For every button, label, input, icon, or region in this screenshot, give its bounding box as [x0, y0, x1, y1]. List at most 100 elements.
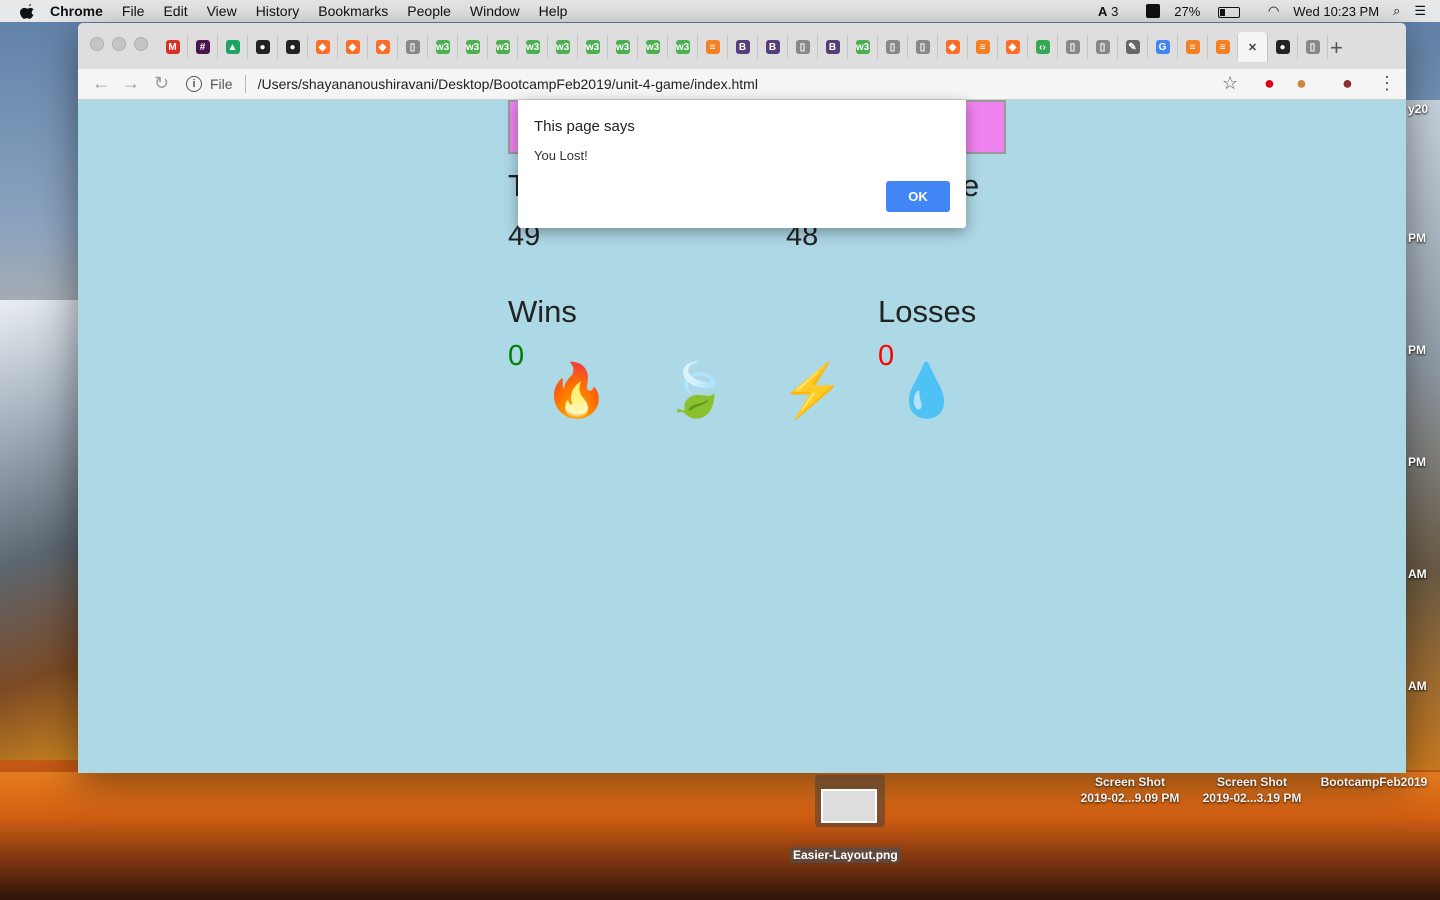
browser-tab[interactable]: ≡	[968, 35, 998, 59]
browser-tab[interactable]: ▲	[218, 35, 248, 59]
chrome-menu-icon[interactable]: ⋮	[1378, 73, 1396, 94]
opera-extension-icon[interactable]: ●	[1264, 73, 1275, 94]
gitlab-icon: ◆	[375, 40, 390, 54]
browser-tab[interactable]: w3	[668, 35, 698, 59]
browser-tab[interactable]: ●	[278, 35, 308, 59]
cookie-extension-icon[interactable]: ●	[1296, 73, 1307, 94]
menu-bookmarks[interactable]: Bookmarks	[318, 3, 388, 19]
url-text[interactable]: /Users/shayananoushiravani/Desktop/Bootc…	[258, 76, 758, 92]
slack-icon: #	[195, 40, 210, 54]
desktop-file-name: 2019-02...9.09 PM	[1080, 791, 1180, 805]
wifi-icon[interactable]: ◠	[1268, 3, 1279, 19]
browser-tab[interactable]: ▯	[1058, 35, 1088, 59]
menu-window[interactable]: Window	[470, 3, 520, 19]
browser-tab[interactable]: ●	[248, 35, 278, 59]
battery-status[interactable]: 27%	[1174, 4, 1254, 19]
tab-strip: M # ▲ ● ● ◆ ◆ ◆ ▯ w3 w3 w3 w3 w3 w3 w3 w3 w3 ≡ B B ▯ Bw3 ▯ ▯ ◆ ≡ ◆ ‹…	[78, 23, 1406, 69]
menu-edit[interactable]: Edit	[163, 3, 187, 19]
menu-help[interactable]: Help	[539, 3, 568, 19]
browser-tab[interactable]: w3	[458, 35, 488, 59]
browser-tab[interactable]: ▯	[1298, 35, 1328, 59]
browser-tab[interactable]: ≡	[1178, 35, 1208, 59]
address-bar[interactable]: i File /Users/shayananoushiravani/Deskto…	[186, 69, 1248, 99]
apple-menu-icon[interactable]	[20, 3, 36, 19]
browser-tab[interactable]: ▯	[788, 35, 818, 59]
profile-avatar[interactable]: ●	[1342, 73, 1353, 94]
new-tab-button[interactable]: +	[1330, 35, 1343, 61]
browser-tab[interactable]: w3	[518, 35, 548, 59]
desktop-file-label[interactable]: Easier-Layout.png	[790, 847, 901, 863]
wins-count: 0	[508, 340, 525, 372]
browser-tab[interactable]: #	[188, 35, 218, 59]
spotlight-icon[interactable]: ⌕	[1393, 3, 1400, 19]
menu-history[interactable]: History	[256, 3, 300, 19]
minimize-window-button[interactable]	[112, 37, 126, 51]
browser-tab[interactable]: ◆	[368, 35, 398, 59]
browser-tab[interactable]: w3	[608, 35, 638, 59]
w3schools-icon: w3	[495, 40, 510, 54]
lightning-crystal-icon[interactable]: ⚡	[780, 365, 845, 417]
browser-tab[interactable]: B	[818, 35, 848, 59]
browser-tab[interactable]: ◆	[338, 35, 368, 59]
browser-tab[interactable]: w3	[578, 35, 608, 59]
desktop-file-screenshot-1[interactable]: Screen Shot 2019-02...9.09 PM	[1072, 774, 1188, 806]
browser-tab[interactable]: w3	[548, 35, 578, 59]
browser-tab[interactable]: w3	[428, 35, 458, 59]
screen-tool-icon[interactable]	[1146, 4, 1161, 18]
battery-percent: 27%	[1174, 3, 1201, 19]
browser-tab[interactable]: ▯	[1088, 35, 1118, 59]
browser-tab[interactable]: B	[758, 35, 788, 59]
github-icon: ●	[1275, 40, 1290, 54]
notification-center-icon[interactable]: ☰	[1414, 3, 1426, 19]
active-tab[interactable]: ✕	[1238, 32, 1268, 62]
browser-tab[interactable]: w3	[488, 35, 518, 59]
browser-tab[interactable]: G	[1148, 35, 1178, 59]
fire-crystal-icon[interactable]: 🔥	[544, 365, 609, 417]
bookmark-star-icon[interactable]: ☆	[1222, 73, 1238, 94]
menu-chrome[interactable]: Chrome	[50, 3, 103, 19]
browser-tab[interactable]: ✎	[1118, 35, 1148, 59]
browser-tab[interactable]: ‹›	[1028, 35, 1058, 59]
site-info-icon[interactable]: i	[186, 76, 202, 92]
desktop-folder-bootcamp[interactable]: BootcampFeb2019	[1314, 774, 1434, 790]
browser-tab[interactable]: ≡	[1208, 35, 1238, 59]
browser-tab[interactable]: ◆	[308, 35, 338, 59]
menu-view[interactable]: View	[207, 3, 237, 19]
w3schools-icon: w3	[585, 40, 600, 54]
w3schools-icon: w3	[465, 40, 480, 54]
adobe-count: 3	[1111, 3, 1119, 19]
zoom-window-button[interactable]	[134, 37, 148, 51]
water-crystal-icon[interactable]: 💧	[894, 365, 959, 417]
browser-tab[interactable]: ◆	[938, 35, 968, 59]
browser-tab[interactable]: w3	[848, 35, 878, 59]
alert-ok-button[interactable]: OK	[886, 181, 950, 212]
menu-people[interactable]: People	[407, 3, 451, 19]
browser-tab[interactable]: ▯	[908, 35, 938, 59]
leaf-crystal-icon[interactable]: 🍃	[664, 365, 729, 417]
browser-tab[interactable]: ≡	[698, 35, 728, 59]
desktop-edge-label: y20	[1408, 102, 1429, 116]
clock[interactable]: Wed 10:23 PM	[1293, 4, 1379, 19]
desktop-file-icon[interactable]	[815, 775, 885, 827]
close-tab-icon[interactable]: ✕	[1248, 41, 1257, 54]
page-icon: ▯	[1065, 40, 1080, 54]
close-window-button[interactable]	[90, 37, 104, 51]
browser-tab[interactable]: M	[158, 35, 188, 59]
browser-tab[interactable]: ◆	[998, 35, 1028, 59]
reload-button[interactable]: ↻	[154, 73, 169, 94]
desktop-file-screenshot-2[interactable]: Screen Shot 2019-02...3.19 PM	[1194, 774, 1310, 806]
browser-tab[interactable]: w3	[638, 35, 668, 59]
w3schools-icon: w3	[615, 40, 630, 54]
stackoverflow-icon: ≡	[1215, 40, 1230, 54]
browser-tab[interactable]: ▯	[878, 35, 908, 59]
browser-tab[interactable]: B	[728, 35, 758, 59]
browser-tab[interactable]: ●	[1268, 35, 1298, 59]
adobe-status[interactable]: A 3	[1098, 4, 1132, 19]
browser-tab[interactable]: ▯	[398, 35, 428, 59]
forward-button[interactable]: →	[122, 73, 140, 94]
desktop-wallpaper	[0, 300, 80, 760]
back-button[interactable]: ←	[92, 73, 110, 94]
github-icon: ●	[255, 40, 270, 54]
browser-toolbar: ← → ↻ i File /Users/shayananoushiravani/…	[78, 69, 1406, 100]
menu-file[interactable]: File	[122, 3, 145, 19]
